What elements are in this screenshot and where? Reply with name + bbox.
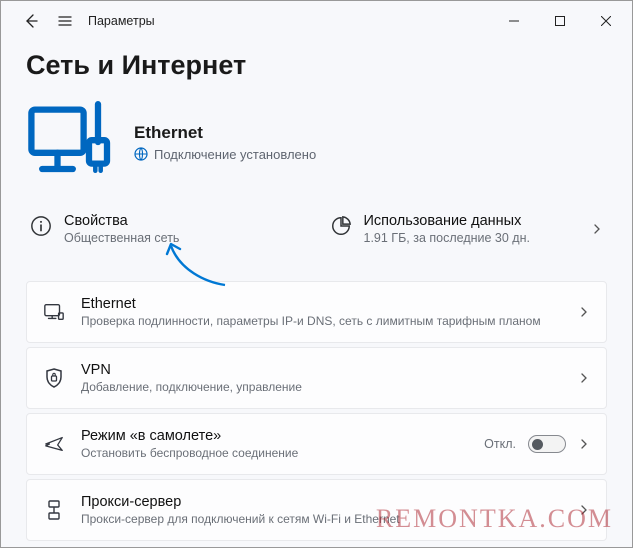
maximize-button[interactable] [537,5,583,37]
chevron-right-icon [578,306,590,318]
monitor-icon [43,301,65,323]
close-button[interactable] [583,5,629,37]
hero-subtitle: Подключение установлено [154,147,316,162]
shield-icon [44,367,64,389]
toggle-knob [532,439,543,450]
minimize-button[interactable] [491,5,537,37]
vpn-row-title: VPN [81,362,302,378]
usage-title: Использование данных [364,213,530,229]
hero-title: Ethernet [134,123,316,143]
chevron-right-icon [578,438,590,450]
back-button[interactable] [14,4,48,38]
data-usage-card[interactable]: Использование данных 1.91 ГБ, за последн… [326,211,608,247]
menu-button[interactable] [48,4,82,38]
airplane-row[interactable]: Режим «в самолете» Остановить беспроводн… [26,413,607,475]
chevron-right-icon [591,223,603,235]
proxy-icon [44,499,64,521]
ethernet-monitor-icon [26,97,116,187]
properties-card[interactable]: Свойства Общественная сеть [26,211,308,247]
proxy-row-title: Прокси-сервер [81,494,400,510]
chevron-right-icon [578,504,590,516]
network-hero: Ethernet Подключение установлено [26,97,607,187]
maximize-icon [555,16,565,26]
properties-title: Свойства [64,213,179,229]
proxy-row[interactable]: Прокси-сервер Прокси-сервер для подключе… [26,479,607,541]
hamburger-icon [57,13,73,29]
data-usage-icon [330,215,352,237]
minimize-icon [509,16,519,26]
arrow-left-icon [23,13,39,29]
airplane-toggle[interactable] [528,435,566,453]
globe-icon [134,147,148,161]
page-heading: Сеть и Интернет [26,50,607,81]
airplane-toggle-label: Откл. [484,437,516,451]
airplane-icon [43,433,65,455]
ethernet-row-title: Ethernet [81,296,541,312]
chevron-right-icon [578,372,590,384]
vpn-row[interactable]: VPN Добавление, подключение, управление [26,347,607,409]
info-icon [30,215,52,237]
vpn-row-subtitle: Добавление, подключение, управление [81,380,302,394]
close-icon [601,16,611,26]
properties-subtitle: Общественная сеть [64,231,179,245]
titlebar: Параметры [0,0,633,42]
ethernet-row-subtitle: Проверка подлинности, параметры IP-и DNS… [81,314,541,328]
titlebar-label: Параметры [88,14,155,28]
ethernet-row[interactable]: Ethernet Проверка подлинности, параметры… [26,281,607,343]
usage-subtitle: 1.91 ГБ, за последние 30 дн. [364,231,530,245]
airplane-row-subtitle: Остановить беспроводное соединение [81,446,298,460]
airplane-row-title: Режим «в самолете» [81,428,298,444]
proxy-row-subtitle: Прокси-сервер для подключений к сетям Wi… [81,512,400,526]
